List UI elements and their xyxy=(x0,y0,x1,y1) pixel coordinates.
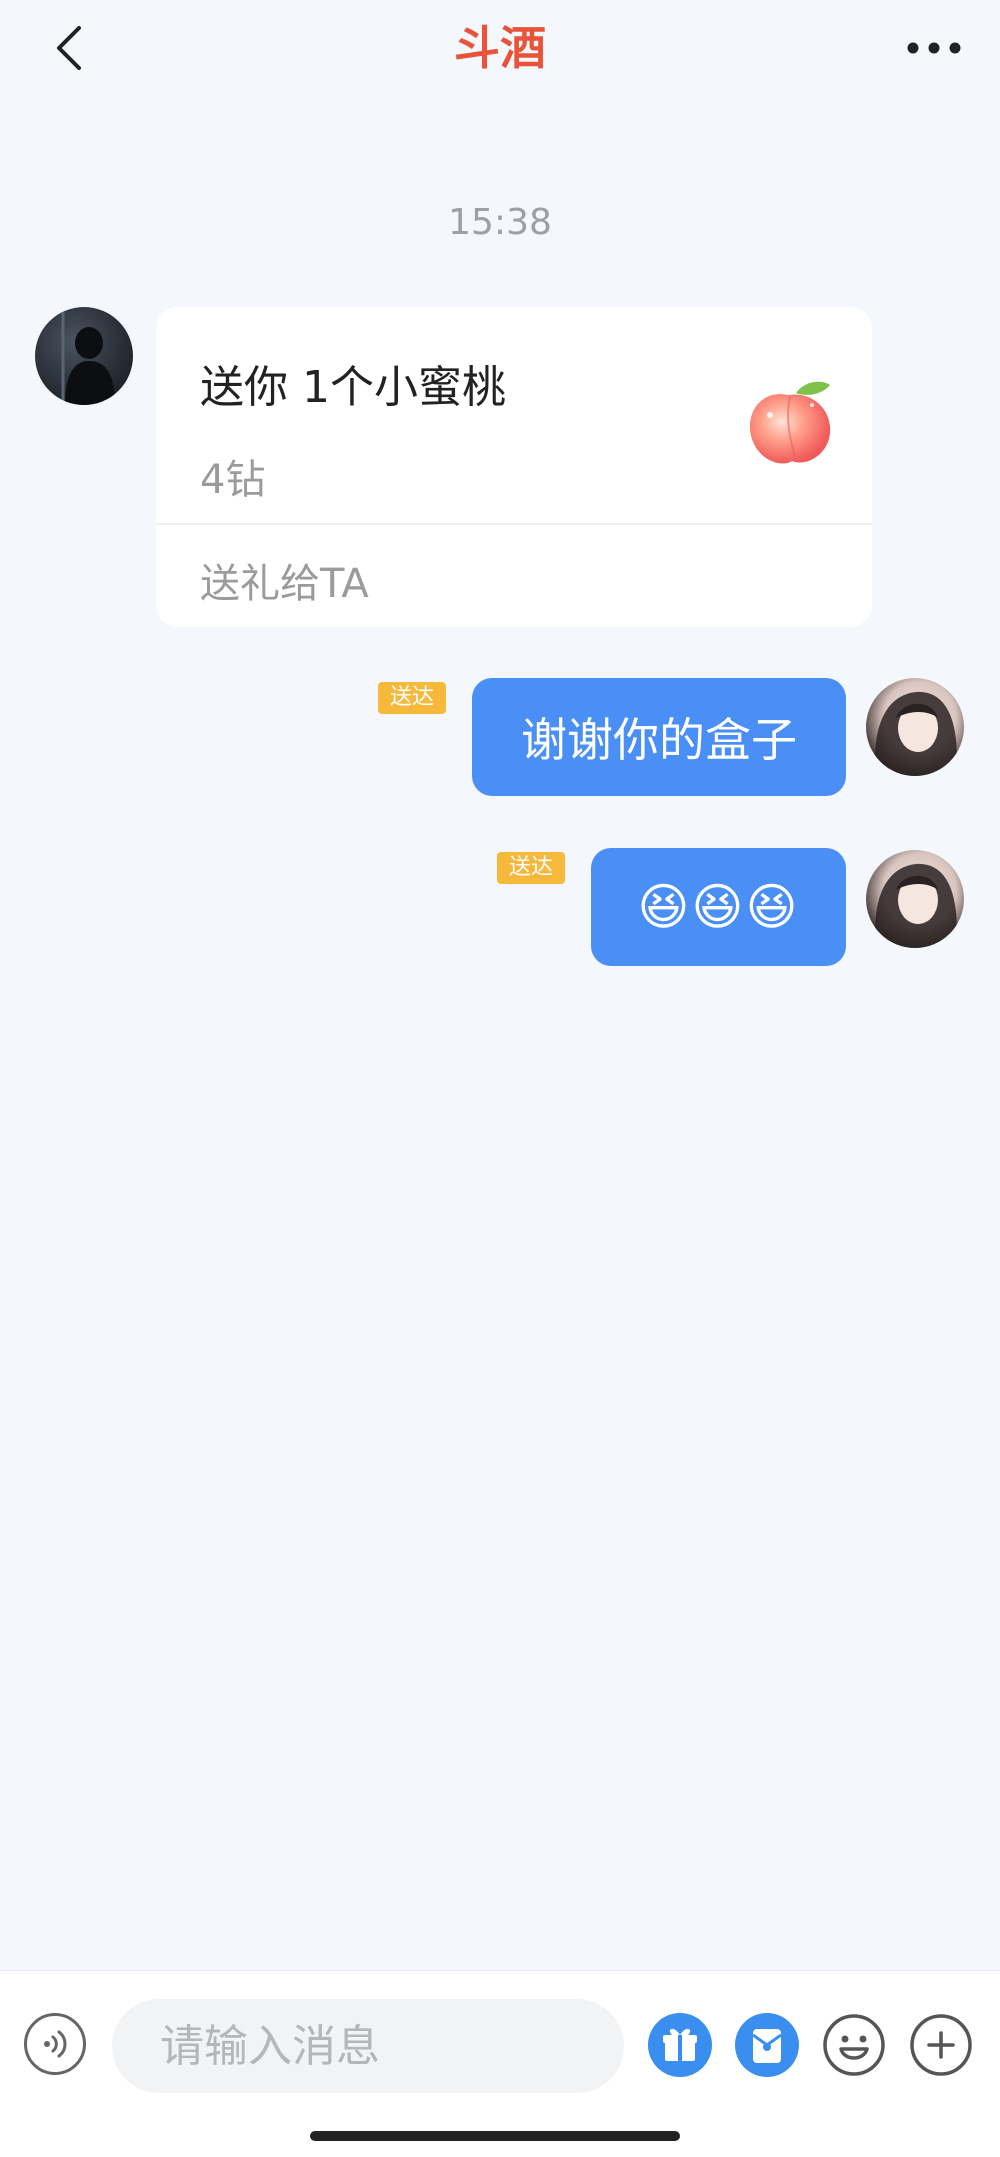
red-packet-button[interactable] xyxy=(735,2013,799,2077)
gift-button[interactable] xyxy=(648,2013,712,2077)
emoji-icon xyxy=(823,2014,885,2076)
gift-icon xyxy=(648,2013,712,2077)
input-bar xyxy=(0,1970,1000,2157)
send-gift-link[interactable]: 送礼给TA xyxy=(200,551,369,609)
chat-screen: 斗酒 15:38 送你 1个小蜜桃 4钻 送礼给TA 送达 谢谢你的盒子 送达 … xyxy=(0,0,1000,2157)
more-button[interactable] xyxy=(904,28,964,68)
more-actions-button[interactable] xyxy=(909,2013,973,2077)
gift-price: 4钻 xyxy=(200,457,266,503)
emoji-button[interactable] xyxy=(822,2013,886,2077)
gift-card[interactable]: 送你 1个小蜜桃 4钻 送礼给TA xyxy=(156,307,872,627)
contact-avatar[interactable] xyxy=(35,307,133,405)
person-photo-icon xyxy=(875,863,957,948)
my-avatar[interactable] xyxy=(866,678,964,776)
delivered-badge: 送达 xyxy=(378,682,447,714)
home-indicator[interactable] xyxy=(310,2131,680,2141)
peach-icon xyxy=(749,381,831,464)
message-input[interactable] xyxy=(112,1999,624,2093)
voice-icon xyxy=(44,2030,67,2058)
voice-button[interactable] xyxy=(24,2013,86,2075)
person-photo-icon xyxy=(875,691,957,776)
chat-title: 斗酒 xyxy=(454,21,546,75)
chat-header: 斗酒 xyxy=(0,0,1000,100)
gift-title: 送你 1个小蜜桃 xyxy=(200,362,506,413)
message-timestamp: 15:38 xyxy=(448,202,552,243)
delivered-badge: 送达 xyxy=(497,852,566,884)
person-silhouette-icon xyxy=(61,307,115,405)
plus-icon xyxy=(910,2014,972,2076)
message-bubble[interactable]: 😆😆😆 xyxy=(591,848,846,966)
gift-divider xyxy=(156,523,872,525)
red-packet-icon xyxy=(735,2013,799,2077)
more-icon xyxy=(907,42,961,54)
message-bubble[interactable]: 谢谢你的盒子 xyxy=(472,678,846,796)
my-avatar[interactable] xyxy=(866,850,964,948)
